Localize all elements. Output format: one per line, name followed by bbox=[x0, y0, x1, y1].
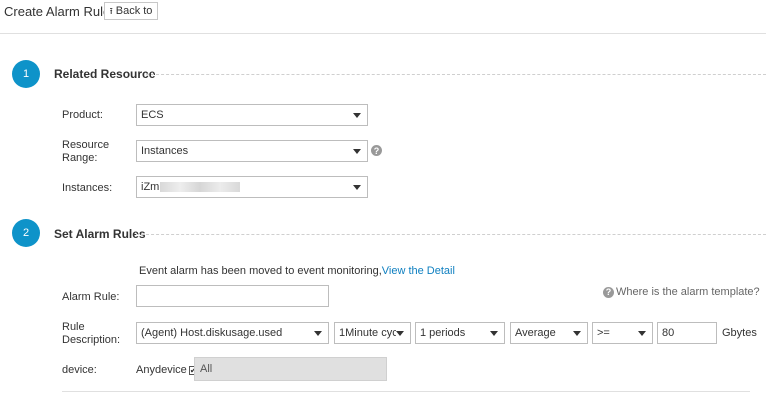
any-device-toggle[interactable]: Anydevice ✔ bbox=[136, 364, 198, 377]
back-button-label: Back to bbox=[115, 5, 153, 17]
help-icon[interactable]: ? bbox=[371, 145, 382, 156]
rule-description-label-line1: Rule bbox=[62, 321, 85, 333]
page-title: Create Alarm Rule bbox=[4, 4, 111, 19]
help-icon: ? bbox=[603, 286, 614, 298]
section-title-set-alarm-rules: Set Alarm Rules bbox=[54, 227, 146, 241]
statistic-value: Average bbox=[515, 327, 556, 339]
device-label: device: bbox=[62, 364, 97, 376]
resource-range-label-line1: Resource bbox=[62, 139, 110, 151]
section-divider bbox=[136, 234, 766, 235]
notice-text: Event alarm has been moved to event moni… bbox=[139, 265, 382, 277]
chevron-down-icon bbox=[314, 330, 322, 336]
instance-id-prefix: iZm bbox=[141, 181, 160, 193]
chevron-down-icon bbox=[573, 330, 581, 336]
chevron-down-icon bbox=[353, 112, 361, 118]
instances-label: Instances: bbox=[62, 182, 113, 194]
chevron-down-icon bbox=[396, 330, 404, 336]
resource-range-select[interactable]: Instances bbox=[136, 140, 368, 162]
resource-range-label: Resource Range: bbox=[62, 139, 109, 165]
instances-value: iZm bbox=[141, 181, 353, 193]
metric-value: (Agent) Host.diskusage.used bbox=[141, 327, 283, 339]
resource-range-value: Instances bbox=[141, 145, 189, 157]
operator-value: >= bbox=[597, 327, 610, 339]
bottom-divider bbox=[62, 391, 750, 392]
redacted-instance-id bbox=[160, 182, 241, 193]
statistic-select[interactable]: Average bbox=[510, 322, 588, 344]
chevron-down-icon bbox=[353, 148, 361, 154]
metric-select[interactable]: (Agent) Host.diskusage.used bbox=[136, 322, 329, 344]
event-alarm-notice: Event alarm has been moved to event moni… bbox=[139, 265, 455, 277]
periods-select[interactable]: 1 periods bbox=[415, 322, 505, 344]
cycle-value: 1Minute cycle bbox=[339, 327, 396, 339]
device-input[interactable]: All bbox=[194, 357, 387, 381]
cycle-select[interactable]: 1Minute cycle bbox=[334, 322, 411, 344]
alarm-rule-label: Alarm Rule: bbox=[62, 291, 120, 303]
product-select[interactable]: ECS bbox=[136, 104, 368, 126]
threshold-input[interactable]: 80 bbox=[657, 322, 717, 344]
view-detail-link[interactable]: View the Detail bbox=[382, 265, 455, 277]
operator-select[interactable]: >= bbox=[592, 322, 653, 344]
periods-value: 1 periods bbox=[420, 327, 466, 339]
chevron-down-icon bbox=[490, 330, 498, 336]
back-button[interactable]: ⭱ Back to bbox=[104, 2, 158, 20]
any-device-label: Anydevice bbox=[136, 364, 187, 376]
unit-label: Gbytes bbox=[722, 327, 757, 339]
alarm-template-help[interactable]: ? Where is the alarm template? bbox=[603, 286, 760, 298]
step-1-badge: 1 bbox=[12, 60, 40, 88]
template-help-text: Where is the alarm template? bbox=[616, 286, 760, 298]
rule-description-label-line2: Description: bbox=[62, 334, 121, 346]
alarm-rule-input[interactable] bbox=[136, 285, 329, 307]
header-divider bbox=[0, 33, 766, 34]
back-arrow-icon: ⭱ bbox=[109, 5, 113, 16]
chevron-down-icon bbox=[638, 330, 646, 336]
resource-range-label-line2: Range: bbox=[62, 152, 98, 164]
chevron-down-icon bbox=[353, 184, 361, 190]
section-title-related-resource: Related Resource bbox=[54, 67, 156, 81]
section-divider bbox=[146, 74, 766, 75]
product-value: ECS bbox=[141, 109, 164, 121]
rule-description-label: Rule Description: bbox=[62, 321, 120, 347]
step-2-badge: 2 bbox=[12, 219, 40, 247]
instances-select[interactable]: iZm bbox=[136, 176, 368, 198]
product-label: Product: bbox=[62, 109, 103, 121]
